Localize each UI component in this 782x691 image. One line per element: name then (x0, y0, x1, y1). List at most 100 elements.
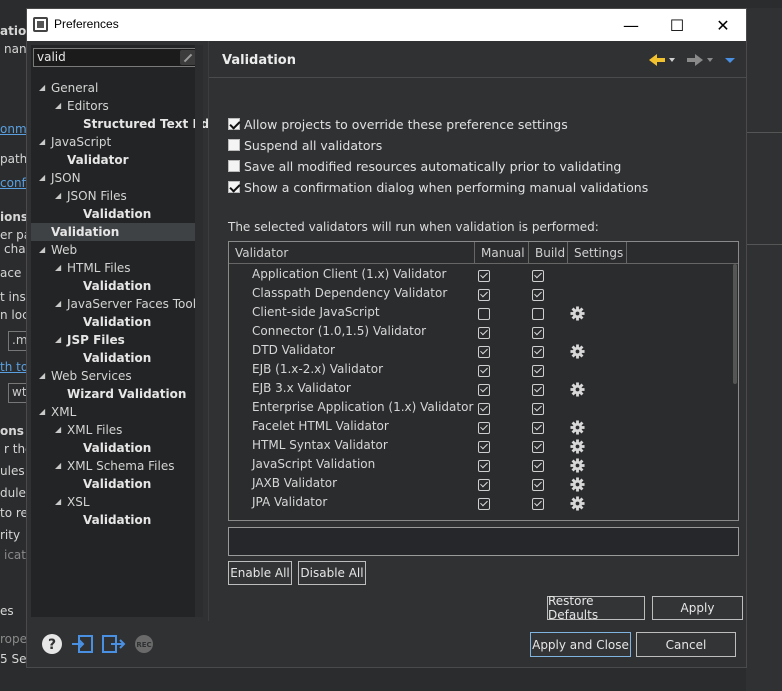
tree-item[interactable]: ◢ JavaScript (31, 133, 198, 151)
table-row[interactable]: DTD Validator (229, 342, 729, 361)
build-checkbox[interactable] (532, 308, 544, 320)
view-menu-button[interactable] (723, 51, 737, 69)
maximize-button[interactable]: ☐ (654, 9, 700, 41)
tree-item[interactable]: ◢ XML (31, 403, 198, 421)
expand-triangle-icon[interactable]: ◢ (39, 241, 45, 259)
expand-triangle-icon[interactable]: ◢ (39, 367, 45, 385)
tree-item[interactable]: ◢ JSP Files (31, 331, 198, 349)
tree-item[interactable]: ◢ JSON (31, 169, 198, 187)
build-checkbox[interactable] (532, 403, 544, 415)
background-text[interactable]: th to (0, 360, 26, 374)
expand-triangle-icon[interactable]: ◢ (39, 79, 45, 97)
tree-item[interactable]: ◢ General (31, 79, 198, 97)
column-header-settings[interactable]: Settings (568, 242, 627, 264)
option-checkbox[interactable] (228, 139, 240, 151)
build-checkbox[interactable] (532, 346, 544, 358)
clear-filter-icon[interactable] (180, 50, 196, 65)
gear-icon[interactable] (570, 344, 585, 359)
tree-item[interactable]: Validation (31, 223, 198, 241)
expand-triangle-icon[interactable]: ◢ (55, 187, 61, 205)
tree-item[interactable]: Validator (31, 151, 198, 169)
apply-button[interactable]: Apply (652, 596, 743, 620)
gear-icon[interactable] (570, 477, 585, 492)
tree-item[interactable]: ◢ Web (31, 241, 198, 259)
title-bar[interactable]: Preferences — ☐ ✕ (27, 9, 746, 41)
enable-all-button[interactable]: Enable All (228, 561, 292, 585)
gear-icon[interactable] (570, 439, 585, 454)
expand-triangle-icon[interactable]: ◢ (55, 457, 61, 475)
table-row[interactable]: Application Client (1.x) Validator (229, 266, 729, 285)
table-row[interactable]: Connector (1.0,1.5) Validator (229, 323, 729, 342)
minimize-button[interactable]: — (608, 9, 654, 41)
gear-icon[interactable] (570, 420, 585, 435)
expand-triangle-icon[interactable]: ◢ (55, 493, 61, 511)
export-icon[interactable] (101, 633, 127, 655)
tree-item[interactable]: ◢ XML Schema Files (31, 457, 198, 475)
background-text[interactable]: confi (0, 176, 26, 190)
expand-triangle-icon[interactable]: ◢ (39, 133, 45, 151)
filter-input[interactable]: valid (33, 48, 199, 67)
help-icon[interactable]: ? (41, 633, 63, 655)
manual-checkbox[interactable] (478, 289, 490, 301)
option-checkbox-row[interactable]: Suspend all validators (228, 136, 382, 154)
expand-triangle-icon[interactable]: ◢ (39, 403, 45, 421)
disable-all-button[interactable]: Disable All (298, 561, 366, 585)
back-button[interactable] (647, 51, 677, 69)
table-row[interactable]: JPA Validator (229, 494, 729, 513)
table-row[interactable]: Classpath Dependency Validator (229, 285, 729, 304)
manual-checkbox[interactable] (478, 384, 490, 396)
build-checkbox[interactable] (532, 441, 544, 453)
build-checkbox[interactable] (532, 498, 544, 510)
build-checkbox[interactable] (532, 365, 544, 377)
option-checkbox[interactable] (228, 118, 240, 130)
manual-checkbox[interactable] (478, 270, 490, 282)
table-row[interactable]: Facelet HTML Validator (229, 418, 729, 437)
tree-item[interactable]: ◢ Web Services (31, 367, 198, 385)
gear-icon[interactable] (570, 496, 585, 511)
expand-triangle-icon[interactable]: ◢ (55, 331, 61, 349)
tree-item[interactable]: Wizard Validation (31, 385, 198, 403)
manual-checkbox[interactable] (478, 308, 490, 320)
build-checkbox[interactable] (532, 327, 544, 339)
tree-item[interactable]: ◢ XML Files (31, 421, 198, 439)
tree-item[interactable]: Validation (31, 277, 198, 295)
tree-item[interactable]: ◢ HTML Files (31, 259, 198, 277)
manual-checkbox[interactable] (478, 498, 490, 510)
tree-item[interactable]: Validation (31, 475, 198, 493)
option-checkbox-row[interactable]: Allow projects to override these prefere… (228, 115, 568, 133)
manual-checkbox[interactable] (478, 403, 490, 415)
column-header-validator[interactable]: Validator (229, 242, 475, 264)
expand-triangle-icon[interactable]: ◢ (55, 97, 61, 115)
tree-item[interactable]: ◢ XSL (31, 493, 198, 511)
background-input[interactable]: wt (8, 383, 28, 403)
apply-and-close-button[interactable]: Apply and Close (530, 632, 631, 657)
record-icon[interactable]: REC (133, 633, 155, 655)
tree-item[interactable]: Validation (31, 205, 198, 223)
tree-item[interactable]: ◢ JSON Files (31, 187, 198, 205)
tree-item[interactable]: ◢ Editors (31, 97, 198, 115)
table-row[interactable]: EJB (1.x-2.x) Validator (229, 361, 729, 380)
import-icon[interactable] (71, 633, 95, 655)
build-checkbox[interactable] (532, 479, 544, 491)
table-row[interactable]: Client-side JavaScript (229, 304, 729, 323)
build-checkbox[interactable] (532, 384, 544, 396)
table-row[interactable]: HTML Syntax Validator (229, 437, 729, 456)
tree-item[interactable]: Validation (31, 439, 198, 457)
expand-triangle-icon[interactable]: ◢ (39, 169, 45, 187)
gear-icon[interactable] (570, 382, 585, 397)
manual-checkbox[interactable] (478, 441, 490, 453)
column-header-manual[interactable]: Manual (475, 242, 529, 264)
build-checkbox[interactable] (532, 270, 544, 282)
close-button[interactable]: ✕ (700, 9, 746, 41)
manual-checkbox[interactable] (478, 460, 490, 472)
cancel-button[interactable]: Cancel (636, 632, 736, 657)
tree-scrollbar[interactable] (195, 45, 203, 617)
tree-item[interactable]: Validation (31, 349, 198, 367)
option-checkbox-row[interactable]: Save all modified resources automaticall… (228, 157, 621, 175)
expand-triangle-icon[interactable]: ◢ (55, 259, 61, 277)
manual-checkbox[interactable] (478, 479, 490, 491)
background-input[interactable]: .m (8, 331, 28, 351)
table-scrollbar[interactable] (733, 264, 737, 384)
tree-item[interactable]: Validation (31, 313, 198, 331)
build-checkbox[interactable] (532, 289, 544, 301)
